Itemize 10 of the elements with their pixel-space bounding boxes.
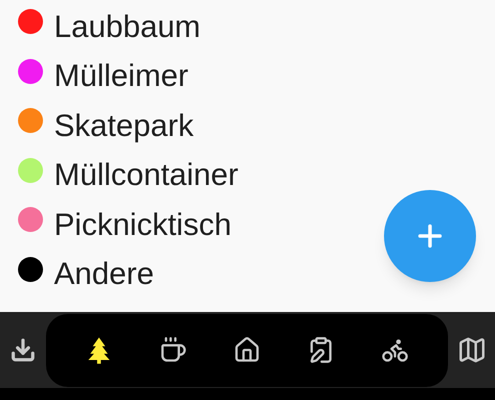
legend-label: Andere — [54, 255, 154, 293]
legend-label: Laubbaum — [54, 8, 201, 46]
legend-label: Müllcontainer — [54, 156, 238, 194]
download-icon — [10, 337, 36, 363]
legend-label: Skatepark — [54, 106, 194, 144]
legend-label: Picknicktisch — [54, 206, 232, 244]
legend-label: Mülleimer — [54, 57, 188, 95]
map-icon — [456, 335, 486, 365]
home-icon — [233, 336, 261, 364]
cup-icon — [159, 336, 187, 364]
